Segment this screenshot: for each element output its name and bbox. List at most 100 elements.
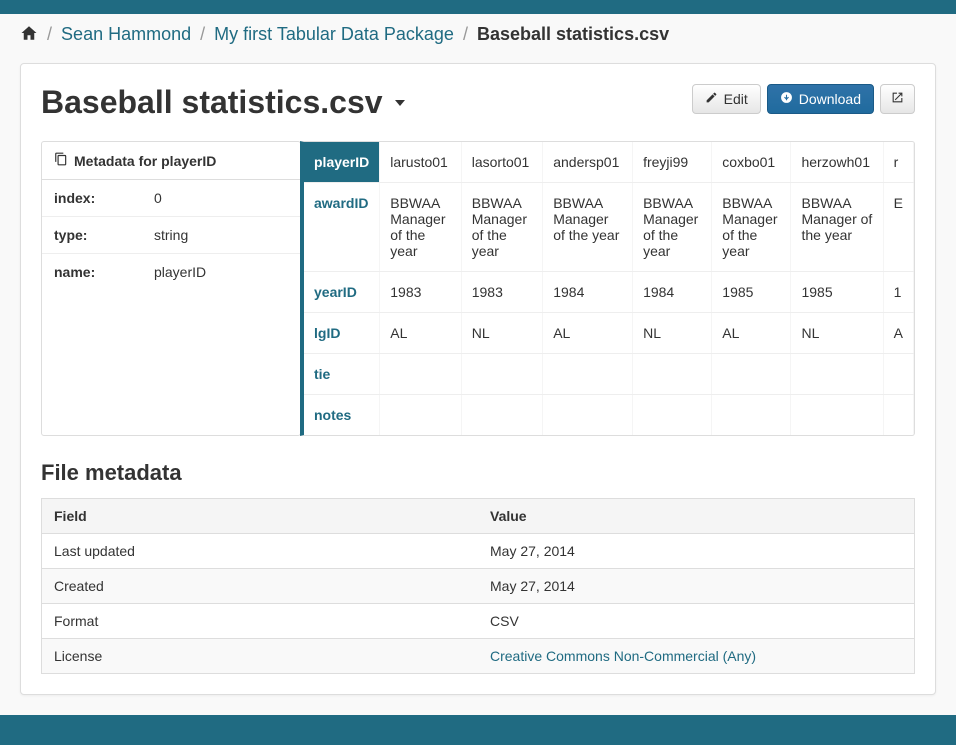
data-cell: A: [883, 313, 913, 354]
download-label: Download: [799, 91, 861, 107]
data-cell: AL: [380, 313, 461, 354]
main-panel: Baseball statistics.csv Edit Download: [20, 63, 936, 695]
breadcrumb-user[interactable]: Sean Hammond: [61, 24, 191, 44]
data-cell: NL: [791, 313, 883, 354]
breadcrumb-sep: /: [43, 24, 56, 44]
metadata-key: index:: [54, 190, 154, 206]
file-meta-field: Created: [42, 569, 479, 604]
data-table: playerIDlarusto01lasorto01andersp01freyj…: [304, 142, 914, 435]
data-cell: NL: [461, 313, 542, 354]
data-cell: [461, 395, 542, 436]
data-cell: [543, 395, 633, 436]
data-area: Metadata for playerID index:0type:string…: [41, 141, 915, 436]
metadata-rows: index:0type:stringname:playerID: [42, 180, 300, 290]
metadata-value: string: [154, 227, 288, 243]
data-cell: [791, 395, 883, 436]
data-cell: freyji99: [633, 142, 712, 183]
share-button[interactable]: [880, 84, 915, 114]
row-header-yearID[interactable]: yearID: [304, 272, 380, 313]
data-cell: 1985: [712, 272, 791, 313]
data-cell: [543, 354, 633, 395]
bottom-bar: [0, 715, 956, 745]
field-header: Field: [42, 499, 479, 534]
edit-label: Edit: [724, 91, 748, 107]
metadata-key: name:: [54, 264, 154, 280]
data-cell: [380, 395, 461, 436]
data-cell: r: [883, 142, 913, 183]
row-header-lgID[interactable]: lgID: [304, 313, 380, 354]
data-cell: [712, 354, 791, 395]
file-meta-value: Creative Commons Non-Commercial (Any): [478, 639, 915, 674]
caret-down-icon: [395, 100, 405, 106]
data-cell: [633, 354, 712, 395]
metadata-row: index:0: [42, 180, 300, 217]
data-cell: 1983: [380, 272, 461, 313]
row-header-notes[interactable]: notes: [304, 395, 380, 436]
file-metadata-table: Field Value Last updatedMay 27, 2014Crea…: [41, 498, 915, 674]
metadata-header-text: Metadata for playerID: [74, 153, 216, 169]
data-cell: andersp01: [543, 142, 633, 183]
table-row: awardIDBBWAA Manager of the yearBBWAA Ma…: [304, 183, 914, 272]
table-row: LicenseCreative Commons Non-Commercial (…: [42, 639, 915, 674]
value-header: Value: [478, 499, 915, 534]
edit-button[interactable]: Edit: [692, 84, 761, 114]
data-cell: larusto01: [380, 142, 461, 183]
data-cell: AL: [712, 313, 791, 354]
breadcrumb: / Sean Hammond / My first Tabular Data P…: [0, 14, 956, 57]
row-header-awardID[interactable]: awardID: [304, 183, 380, 272]
home-icon: [20, 24, 38, 47]
data-cell: BBWAA Manager of the year: [543, 183, 633, 272]
pencil-icon: [705, 91, 718, 107]
metadata-value: playerID: [154, 264, 288, 280]
table-row: lgIDALNLALNLALNLA: [304, 313, 914, 354]
data-cell: coxbo01: [712, 142, 791, 183]
share-icon: [891, 91, 904, 107]
file-meta-value: May 27, 2014: [478, 569, 915, 604]
file-metadata-title: File metadata: [41, 460, 915, 486]
data-cell: 1: [883, 272, 913, 313]
metadata-key: type:: [54, 227, 154, 243]
data-cell: BBWAA Manager of the year: [633, 183, 712, 272]
data-cell: 1983: [461, 272, 542, 313]
action-buttons: Edit Download: [692, 84, 915, 114]
breadcrumb-current: Baseball statistics.csv: [477, 24, 669, 44]
data-cell: [461, 354, 542, 395]
breadcrumb-package[interactable]: My first Tabular Data Package: [214, 24, 454, 44]
breadcrumb-sep: /: [459, 24, 472, 44]
metadata-row: name:playerID: [42, 254, 300, 290]
data-cell: 1984: [543, 272, 633, 313]
row-header-playerID[interactable]: playerID: [304, 142, 380, 183]
data-cell: herzowh01: [791, 142, 883, 183]
file-meta-value: CSV: [478, 604, 915, 639]
file-meta-value: May 27, 2014: [478, 534, 915, 569]
breadcrumb-sep: /: [196, 24, 209, 44]
data-cell: BBWAA Manager of the year: [380, 183, 461, 272]
data-cell: [380, 354, 461, 395]
metadata-header: Metadata for playerID: [42, 142, 300, 180]
data-cell: BBWAA Manager of the year: [712, 183, 791, 272]
data-cell: AL: [543, 313, 633, 354]
metadata-row: type:string: [42, 217, 300, 254]
page-title-text: Baseball statistics.csv: [41, 84, 383, 121]
table-row: notes: [304, 395, 914, 436]
data-cell: [633, 395, 712, 436]
data-table-wrap[interactable]: playerIDlarusto01lasorto01andersp01freyj…: [300, 141, 915, 436]
data-cell: BBWAA Manager of the year: [791, 183, 883, 272]
table-header-row: Field Value: [42, 499, 915, 534]
column-metadata-box: Metadata for playerID index:0type:string…: [41, 141, 301, 436]
table-row: yearID1983198319841984198519851: [304, 272, 914, 313]
download-button[interactable]: Download: [767, 84, 874, 114]
data-cell: 1984: [633, 272, 712, 313]
page-title[interactable]: Baseball statistics.csv: [41, 84, 405, 121]
breadcrumb-home[interactable]: [20, 24, 43, 44]
data-cell: BBWAA Manager of the year: [461, 183, 542, 272]
row-header-tie[interactable]: tie: [304, 354, 380, 395]
copy-icon: [54, 152, 68, 169]
table-row: playerIDlarusto01lasorto01andersp01freyj…: [304, 142, 914, 183]
license-link[interactable]: Creative Commons Non-Commercial (Any): [490, 648, 756, 664]
data-cell: [883, 395, 913, 436]
top-bar: [0, 0, 956, 14]
file-meta-field: Last updated: [42, 534, 479, 569]
data-cell: 1985: [791, 272, 883, 313]
metadata-value: 0: [154, 190, 288, 206]
